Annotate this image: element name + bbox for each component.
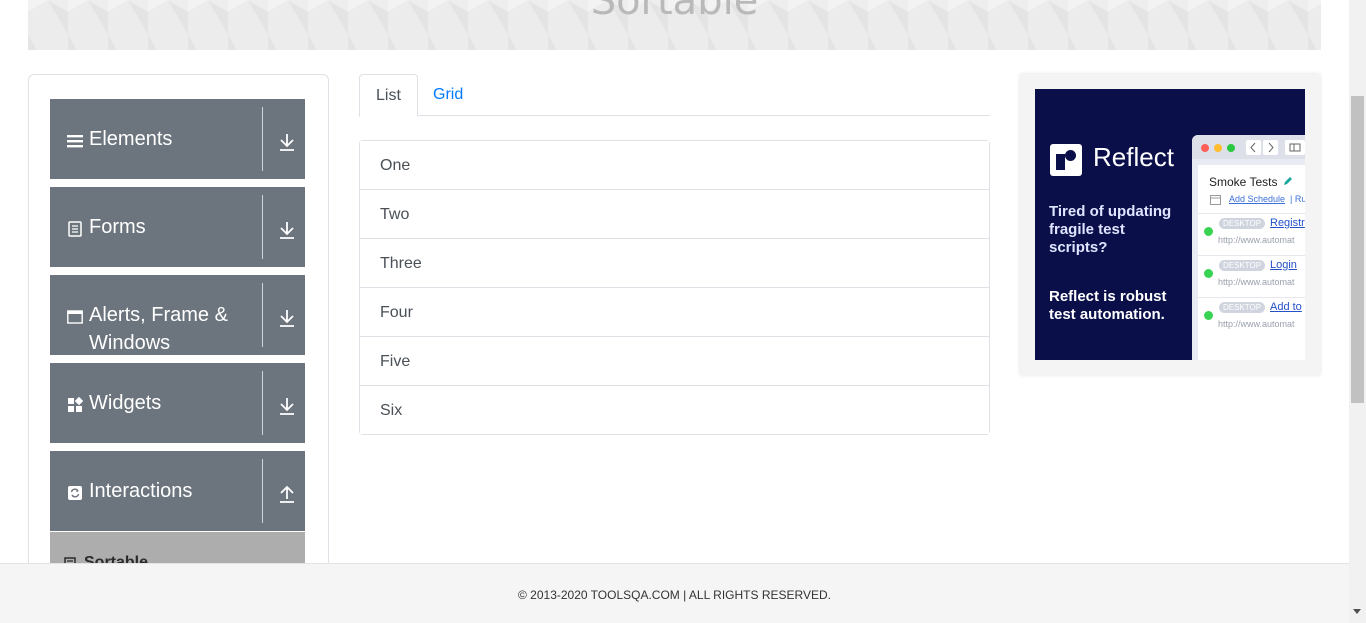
sidebar-group-label: Widgets — [89, 392, 162, 414]
tab-grid[interactable]: Grid — [417, 74, 479, 116]
download-arrow-icon[interactable] — [278, 308, 296, 328]
ad-test-row: DESKTOP Registr http://www.automat — [1198, 213, 1305, 253]
ad-brand: Reflect — [1093, 142, 1174, 172]
ad-tagline: Tired of updating fragile test scripts? — [1049, 203, 1172, 256]
ad-test-row: DESKTOP Login http://www.automat — [1198, 255, 1305, 295]
maximize-dot-icon — [1227, 144, 1235, 152]
sidebar-group-label: Forms — [89, 216, 146, 238]
download-arrow-icon[interactable] — [278, 132, 296, 152]
page-banner: Sortable — [28, 0, 1321, 50]
page-footer: © 2013-2020 TOOLSQA.COM | ALL RIGHTS RES… — [0, 563, 1349, 623]
sidebar-group-widgets[interactable]: Widgets — [50, 363, 305, 443]
test-link: Add to — [1270, 301, 1302, 313]
schedule-separator: | Ru — [1290, 194, 1305, 204]
pencil-icon — [1284, 177, 1292, 185]
scroll-down-arrow-icon[interactable] — [1353, 609, 1361, 614]
tab-bar: List Grid — [359, 74, 990, 117]
tab-list[interactable]: List — [359, 74, 418, 117]
scrollbar-thumb[interactable] — [1351, 96, 1364, 403]
divider — [262, 283, 263, 347]
document-icon — [68, 221, 82, 237]
minimize-dot-icon — [1214, 144, 1222, 152]
upload-arrow-icon[interactable] — [278, 484, 296, 504]
ad-window-body: Smoke Tests Add Schedule | Ru DESKTOP Re… — [1198, 165, 1305, 360]
sidebar-group-label: Elements — [89, 128, 173, 150]
window-icon — [67, 310, 83, 324]
test-link: Login — [1270, 259, 1297, 271]
page-title: Sortable — [590, 0, 759, 24]
left-nav-panel: Elements Forms Alerts, Frame & Windows W… — [28, 74, 329, 594]
status-dot-icon — [1204, 269, 1213, 278]
reflect-logo-icon — [1050, 144, 1082, 176]
sortable-list: One Two Three Four Five Six — [359, 140, 990, 435]
list-item[interactable]: Five — [360, 337, 989, 386]
ad-window-title: Smoke Tests — [1209, 175, 1278, 189]
divider — [262, 459, 263, 523]
divider — [262, 107, 263, 171]
sidebar-group-alerts-frame-windows[interactable]: Alerts, Frame & Windows — [50, 275, 305, 355]
ad-mock-window: Smoke Tests Add Schedule | Ru DESKTOP Re… — [1192, 135, 1305, 360]
list-item[interactable]: Two — [360, 190, 989, 239]
test-url: http://www.automat — [1218, 235, 1295, 245]
add-schedule-link: Add Schedule — [1229, 194, 1286, 204]
list-item[interactable]: Three — [360, 239, 989, 288]
calendar-icon — [1210, 195, 1221, 205]
test-url: http://www.automat — [1218, 319, 1295, 329]
divider — [262, 195, 263, 259]
sidebar-group-elements[interactable]: Elements — [50, 99, 305, 179]
ad-test-row: DESKTOP Add to http://www.automat — [1198, 297, 1305, 337]
desktop-badge: DESKTOP — [1219, 260, 1266, 271]
ad-frame: Reflect Tired of updating fragile test s… — [1020, 74, 1320, 375]
sidebar-group-interactions[interactable]: Interactions — [50, 451, 305, 531]
footer-copyright: © 2013-2020 TOOLSQA.COM | ALL RIGHTS RES… — [518, 588, 831, 602]
nav-arrows-icon — [1246, 140, 1278, 155]
desktop-badge: DESKTOP — [1219, 302, 1266, 313]
list-item[interactable]: One — [360, 141, 989, 190]
sidebar-group-label: Interactions — [89, 480, 193, 502]
download-arrow-icon[interactable] — [278, 220, 296, 240]
refresh-icon — [68, 486, 82, 500]
divider — [262, 371, 263, 435]
hamburger-icon — [67, 135, 83, 148]
test-link: Registr — [1270, 217, 1305, 229]
ad-subline: Reflect is robust test automation. — [1049, 288, 1167, 323]
ad-window-bar — [1192, 135, 1305, 159]
sidebar-toggle-icon — [1285, 140, 1305, 155]
test-url: http://www.automat — [1218, 277, 1295, 287]
list-item[interactable]: Six — [360, 386, 989, 434]
status-dot-icon — [1204, 227, 1213, 236]
sidebar-group-label: Alerts, Frame & Windows — [89, 304, 228, 354]
sidebar-group-forms[interactable]: Forms — [50, 187, 305, 267]
desktop-badge: DESKTOP — [1219, 218, 1266, 229]
status-dot-icon — [1204, 311, 1213, 320]
download-arrow-icon[interactable] — [278, 396, 296, 416]
ad-banner[interactable]: Reflect Tired of updating fragile test s… — [1035, 89, 1305, 360]
widgets-icon — [68, 397, 83, 412]
list-item[interactable]: Four — [360, 288, 989, 337]
close-dot-icon — [1201, 144, 1209, 152]
page-scrollbar[interactable] — [1349, 0, 1366, 623]
